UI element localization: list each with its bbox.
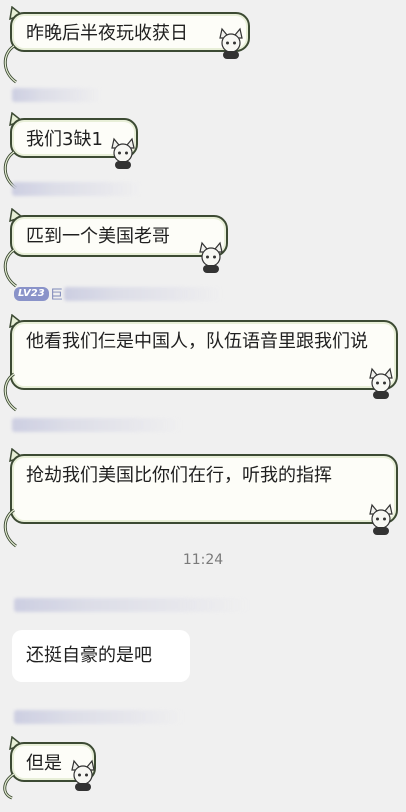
- cat-tail-icon: [3, 772, 15, 800]
- message-text: 匹到一个美国老哥: [26, 226, 170, 247]
- message-text: 抢劫我们美国比你们在行，听我的指挥: [26, 465, 332, 486]
- message-text: 但是: [26, 753, 62, 774]
- cat-tail-icon: [3, 372, 17, 412]
- blurred-sender-name: [14, 598, 250, 612]
- chibi-cat-sticker-icon: [199, 241, 223, 273]
- chibi-cat-sticker-icon: [219, 27, 243, 59]
- cat-tail-icon: [3, 44, 17, 84]
- chat-bubble[interactable]: 他看我们仨是中国人，队伍语音里跟我们说: [10, 320, 398, 390]
- blurred-sender-name: [12, 182, 142, 196]
- chibi-cat-sticker-icon: [111, 137, 135, 169]
- blurred-sender-name: [64, 287, 224, 301]
- cat-tail-icon: [3, 508, 17, 548]
- message-text: 昨晚后半夜玩收获日: [26, 23, 188, 44]
- chibi-cat-sticker-icon: [369, 503, 393, 535]
- cat-tail-icon: [3, 248, 17, 288]
- chat-bubble[interactable]: 抢劫我们美国比你们在行，听我的指挥: [10, 454, 398, 524]
- blurred-sender-name: [14, 710, 184, 724]
- message-text: 他看我们仨是中国人，队伍语音里跟我们说: [26, 331, 368, 352]
- chibi-cat-sticker-icon: [369, 367, 393, 399]
- message-text: 还挺自豪的是吧: [26, 645, 152, 666]
- level-badge: LV23: [14, 287, 49, 301]
- message-text: 我们3缺1: [26, 129, 103, 150]
- timestamp: 11:24: [182, 552, 224, 568]
- chat-bubble[interactable]: 还挺自豪的是吧: [12, 630, 190, 682]
- blurred-sender-name: [12, 418, 182, 432]
- blurred-sender-name: [12, 88, 102, 102]
- sender-name-char: 巨: [50, 288, 64, 303]
- chibi-cat-sticker-icon: [71, 759, 95, 791]
